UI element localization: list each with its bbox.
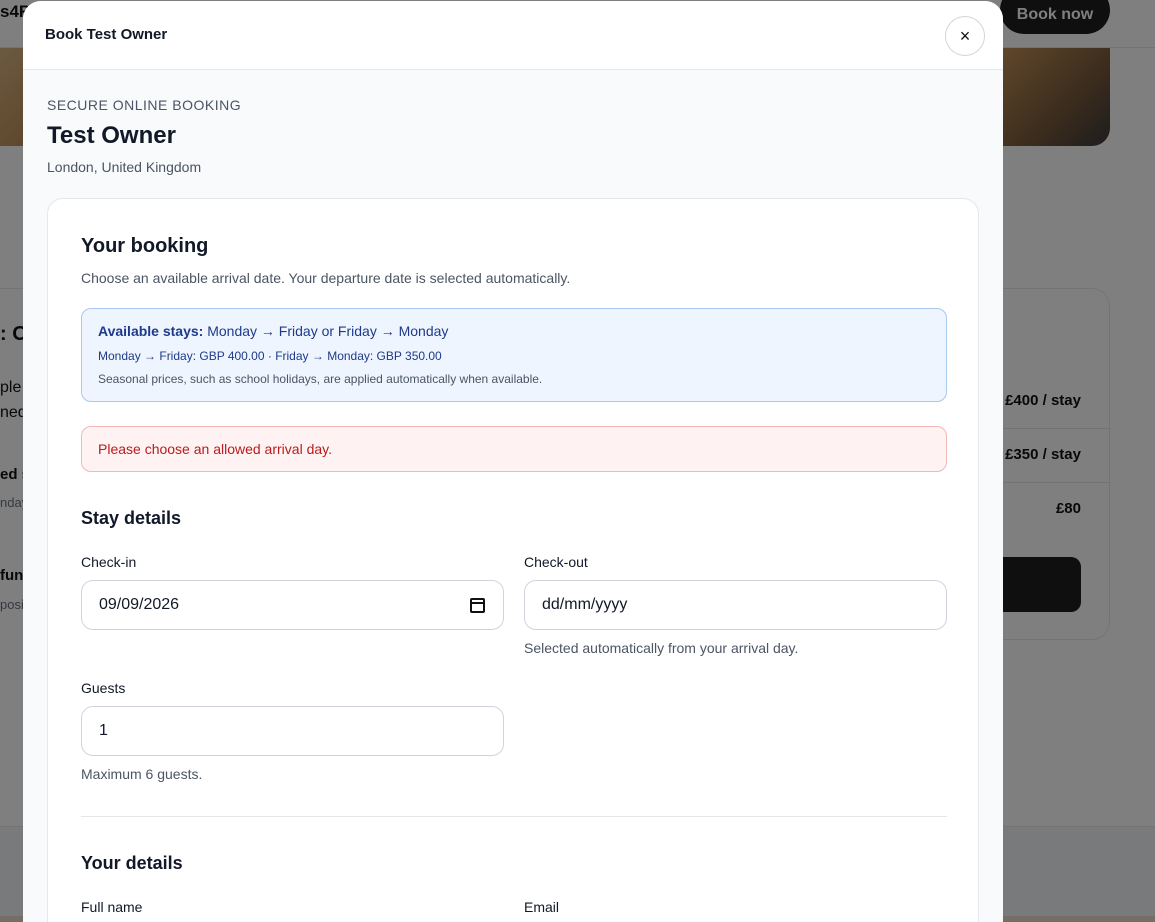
close-icon: ×: [959, 25, 971, 46]
fullname-label: Full name: [81, 899, 143, 915]
seasonal-note: Seasonal prices, such as school holidays…: [98, 372, 543, 386]
guests-value: 1: [99, 722, 108, 739]
stay-details-heading: Stay details: [81, 508, 182, 528]
booking-modal: Book Test Owner × SECURE ONLINE BOOKING …: [23, 1, 1003, 922]
owner-name: Test Owner: [47, 122, 176, 149]
checkout-input[interactable]: dd/mm/yyyy: [524, 580, 947, 630]
guests-help: Maximum 6 guests.: [81, 766, 203, 782]
booking-subtitle: Choose an available arrival date. Your d…: [81, 270, 571, 286]
checkout-placeholder: dd/mm/yyyy: [542, 596, 628, 613]
location: London, United Kingdom: [47, 159, 202, 175]
arrival-day-error: Please choose an allowed arrival day.: [81, 426, 947, 472]
available-stays-line: Available stays: Monday → Friday or Frid…: [98, 323, 930, 339]
close-button[interactable]: ×: [945, 16, 985, 56]
modal-title: Book Test Owner: [45, 26, 168, 43]
guests-input[interactable]: 1: [81, 706, 504, 756]
section-divider: [81, 816, 947, 817]
your-details-heading: Your details: [81, 853, 183, 873]
available-stays-label: Available stays:: [98, 323, 204, 339]
hero: SECURE ONLINE BOOKING Test Owner London,…: [47, 97, 241, 175]
booking-card: Your booking Choose an available arrival…: [47, 198, 979, 922]
checkout-help: Selected automatically from your arrival…: [524, 640, 799, 656]
your-booking-heading: Your booking: [81, 235, 209, 257]
checkout-label: Check-out: [524, 554, 588, 570]
eyebrow-label: SECURE ONLINE BOOKING: [47, 97, 242, 113]
available-stays-info: Available stays: Monday → Friday or Frid…: [81, 308, 947, 402]
checkin-input[interactable]: 09/09/2026: [81, 580, 504, 630]
checkin-value: 09/09/2026: [99, 596, 180, 613]
modal-header: Book Test Owner ×: [23, 1, 1003, 70]
available-stays-value: Monday → Friday or Friday → Monday: [207, 323, 449, 339]
email-label: Email: [524, 899, 560, 915]
checkin-label: Check-in: [81, 554, 137, 570]
calendar-icon[interactable]: [470, 598, 485, 613]
guests-label: Guests: [81, 680, 126, 696]
stay-prices: Monday → Friday: GBP 400.00 · Friday → M…: [98, 349, 442, 363]
